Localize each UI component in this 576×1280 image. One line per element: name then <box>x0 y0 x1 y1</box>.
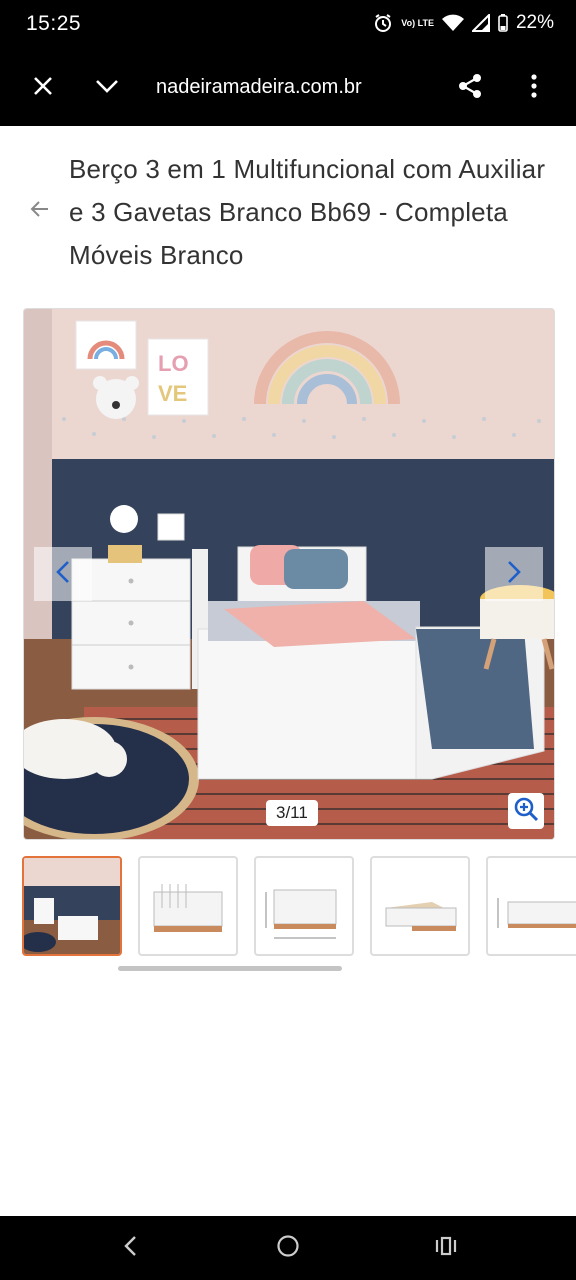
status-time: 15:25 <box>26 12 82 35</box>
back-arrow-icon[interactable] <box>30 200 50 223</box>
thumbnail-4[interactable] <box>370 856 470 956</box>
zoom-button[interactable] <box>508 793 544 829</box>
more-vertical-icon <box>531 73 537 103</box>
product-image-gallery[interactable]: LO VE 3/11 <box>23 308 555 840</box>
thumbnail-2[interactable] <box>138 856 238 956</box>
system-navigation-bar <box>0 1216 576 1280</box>
signal-icon <box>471 14 490 32</box>
share-button[interactable] <box>452 70 488 106</box>
system-back-button[interactable] <box>110 1230 150 1266</box>
alarm-icon <box>373 13 393 33</box>
recents-icon <box>434 1236 458 1261</box>
prev-image-button[interactable] <box>34 547 92 601</box>
zoom-in-icon <box>513 796 539 827</box>
thumbnail-image <box>153 884 223 932</box>
more-options-button[interactable] <box>516 70 552 106</box>
svg-text:VE: VE <box>158 381 187 406</box>
chevron-left-icon <box>56 560 70 589</box>
thumbnail-3[interactable] <box>254 856 354 956</box>
volte-icon: Vo) LTE <box>401 17 434 28</box>
browser-toolbar: nadeiramadeira.com.br <box>0 50 576 126</box>
thumbnail-strip <box>22 856 576 956</box>
home-icon <box>276 1234 300 1263</box>
thumbnail-image <box>497 898 576 928</box>
status-icons: Vo) LTE 22% <box>373 12 554 34</box>
product-photo: LO VE <box>24 309 554 839</box>
back-icon <box>123 1235 137 1262</box>
thumbnail-5[interactable] <box>486 856 576 956</box>
chevron-down-icon <box>95 79 119 98</box>
page-menu-button[interactable] <box>89 70 125 106</box>
battery-percent: 22% <box>515 12 554 33</box>
close-button[interactable] <box>25 70 61 106</box>
share-icon <box>457 73 483 104</box>
status-bar: 15:25 Vo) LTE 22% <box>0 0 576 50</box>
close-icon <box>33 76 53 101</box>
wifi-icon <box>441 14 464 32</box>
product-title: Berço 3 em 1 Multifuncional com Auxiliar… <box>69 154 546 270</box>
thumbnail-image <box>24 858 120 954</box>
system-home-button[interactable] <box>268 1230 308 1266</box>
image-counter: 3/11 <box>266 800 318 826</box>
next-image-button[interactable] <box>485 547 543 601</box>
svg-text:LO: LO <box>158 351 189 376</box>
thumbnail-scrollbar[interactable] <box>118 966 342 971</box>
battery-icon <box>498 14 508 32</box>
thumbnail-image <box>265 889 337 939</box>
chevron-right-icon <box>507 560 521 589</box>
thumbnail-image <box>385 902 457 931</box>
system-recents-button[interactable] <box>426 1230 466 1266</box>
thumbnail-1[interactable] <box>22 856 122 956</box>
product-header: Berço 3 em 1 Multifuncional com Auxiliar… <box>0 126 576 306</box>
url-text[interactable]: nadeiramadeira.com.br <box>156 76 362 99</box>
